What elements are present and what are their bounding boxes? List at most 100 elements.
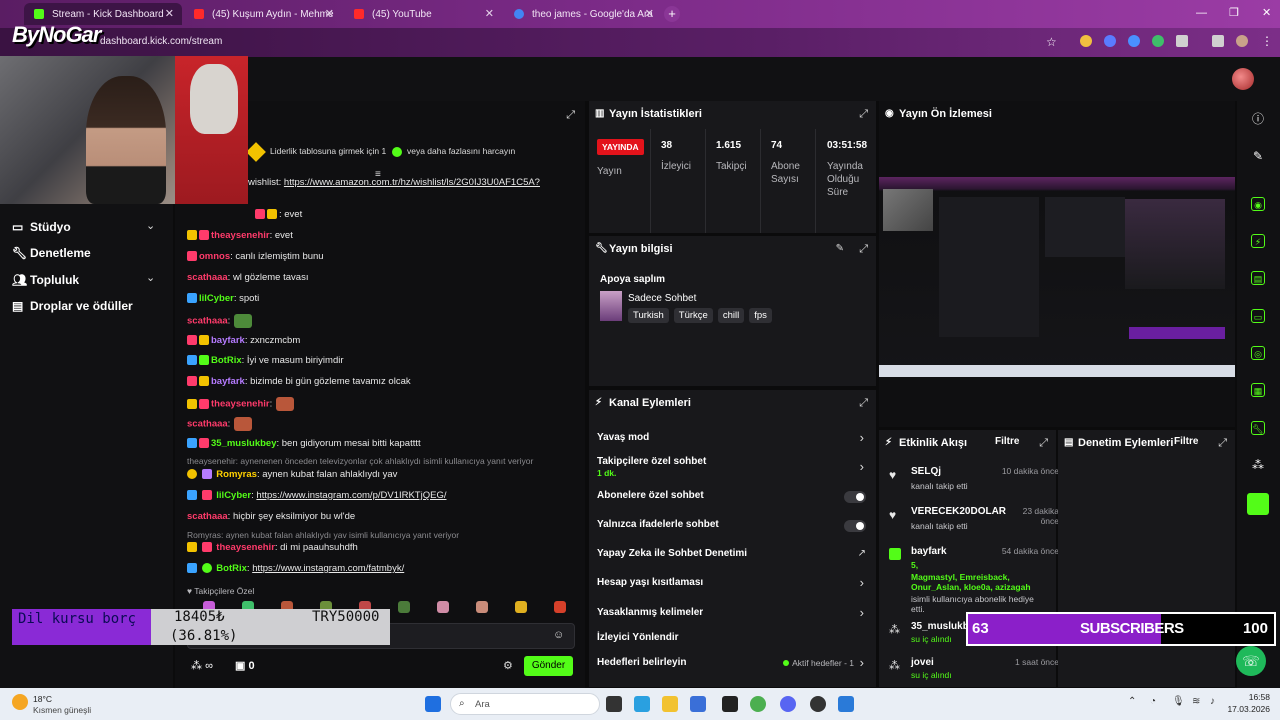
chat-username[interactable]: scathaaa [187,316,228,327]
filter-button[interactable]: Filtre [1174,436,1198,447]
chat-username[interactable]: bayfark [211,335,245,346]
gift-indicator[interactable]: ▣ 0 [235,659,255,672]
tag[interactable]: chill [717,308,745,323]
taskbar-search[interactable]: ⌕ Ara [450,693,600,715]
filter-button[interactable]: Filtre [995,436,1019,447]
user-avatar[interactable] [1232,68,1254,90]
emote-chat-toggle[interactable] [844,520,866,532]
chat-username[interactable]: theaysenehir [211,399,270,410]
media-icon[interactable] [1212,35,1224,47]
mic-icon[interactable]: 🎙︎ [1172,696,1185,707]
emote[interactable] [514,601,527,613]
close-icon[interactable]: ✕ [165,7,174,20]
chat-username[interactable]: 35_muslukbey [211,438,276,449]
popout-icon[interactable]: ⤢ [1218,437,1227,450]
new-tab-button[interactable]: + [664,6,680,22]
emote[interactable] [475,601,488,613]
chat-username[interactable]: bayfark [211,376,245,387]
category-name[interactable]: Sadece Sohbet [628,293,696,304]
app-icon[interactable] [838,696,854,712]
emote[interactable] [397,601,410,613]
chat-username[interactable]: lilCyber [199,293,234,304]
chrome-menu-icon[interactable]: ⋮ [1261,34,1273,48]
tag[interactable]: Türkçe [673,308,713,323]
broadcast-toggle-icon[interactable]: ◎ [1251,346,1265,360]
followers-chat-action[interactable]: Takipçilere özel sohbet [597,456,706,467]
windows-start-icon[interactable] [425,696,441,712]
wifi-icon[interactable]: ≋ [1192,696,1200,707]
chat-username[interactable]: Romyras [216,469,257,480]
info-icon[interactable]: ⓘ [1251,112,1265,126]
banned-words-action[interactable]: Yasaklanmış kelimeler [597,607,703,618]
tray-chevron-icon[interactable]: ⌃ [1128,696,1136,707]
close-icon[interactable]: ✕ [645,7,654,20]
chat-username[interactable]: theaysenehir [211,230,270,241]
sidebar-item-drops[interactable]: ▤ Droplar ve ödüller [12,299,133,313]
tag[interactable]: Turkish [628,308,669,323]
sidebar-item-moderation[interactable]: 🔧︎ Denetleme [12,246,91,260]
settings-gear-icon[interactable]: ⚙ [503,659,513,672]
extension-icon[interactable] [1080,35,1092,47]
pencil-icon[interactable]: ✎ [1251,149,1265,163]
emote[interactable] [436,601,449,613]
url-field[interactable]: dashboard.kick.com/stream [100,36,222,47]
network-icon[interactable]: ◔ [1150,696,1156,707]
preview-toggle-icon[interactable]: ◉ [1251,197,1265,211]
minimize-icon[interactable]: — [1196,7,1207,19]
extension-icon[interactable] [1152,35,1164,47]
chat-username[interactable]: BotRix [211,355,242,366]
chat-link[interactable]: https://www.instagram.com/fatmbyk/ [252,563,404,574]
chevron-right-icon[interactable]: › [860,655,864,670]
profile-avatar[interactable] [1236,35,1248,47]
file-explorer-icon[interactable] [662,696,678,712]
points-indicator[interactable]: ⁂ ∞ [191,659,213,672]
chevron-right-icon[interactable]: › [860,430,864,445]
chat-username[interactable]: BotRix [216,563,247,574]
subs-chat-toggle[interactable] [844,491,866,503]
obs-icon[interactable] [810,696,826,712]
category-thumbnail[interactable] [600,291,622,321]
support-chat-icon[interactable]: ☏ [1236,646,1266,676]
sidebar-item-community[interactable]: 👥︎ Topluluk [12,273,79,287]
tag[interactable]: fps [749,308,772,323]
close-icon[interactable]: ✕ [485,7,494,20]
extension-icon[interactable] [1104,35,1116,47]
chat-username[interactable]: scathaaa [187,272,228,283]
chat-username[interactable]: theaysenehir [216,542,275,553]
chevron-right-icon[interactable]: › [860,605,864,620]
chevron-right-icon[interactable]: › [860,459,864,474]
chevron-right-icon[interactable]: › [860,575,864,590]
tab-google[interactable]: theo james - Google'da Ara ✕ [504,3,662,25]
wrench-toggle-icon[interactable]: 🔧︎ [1251,421,1265,435]
chat-username[interactable]: lilCyber [216,490,251,501]
extension-icon[interactable] [1128,35,1140,47]
emote[interactable] [553,601,566,613]
reward-icon[interactable]: ⁂ [1251,458,1265,472]
add-panel-icon[interactable] [1247,493,1269,515]
discord-icon[interactable] [780,696,796,712]
task-view-icon[interactable] [606,696,622,712]
emoji-icon[interactable]: ☺ [553,629,564,641]
chrome-icon[interactable] [750,696,766,712]
bookmark-star-icon[interactable]: ☆ [1046,35,1057,49]
store-icon[interactable] [690,696,706,712]
popout-icon[interactable]: ⤢ [566,109,575,122]
window-close-icon[interactable]: ✕ [1262,6,1271,19]
slow-mode-action[interactable]: Yavaş mod [597,432,649,443]
volume-icon[interactable]: ♪ [1210,696,1215,707]
stream-preview-video[interactable] [879,177,1235,377]
popout-icon[interactable]: ⤢ [859,108,868,121]
external-link-icon[interactable]: ↗ [858,548,866,559]
copilot-icon[interactable] [634,696,650,712]
edit-pencil-icon[interactable]: ✎ [836,243,844,254]
chat-username[interactable]: scathaaa [187,511,228,522]
document-toggle-icon[interactable]: ▤ [1251,271,1265,285]
close-icon[interactable]: ✕ [325,7,334,20]
age-restriction-action[interactable]: Hesap yaşı kısıtlaması [597,577,703,588]
restore-icon[interactable]: ❐ [1229,6,1239,19]
chat-link[interactable]: https://www.instagram.com/p/DV1IRKTjQEG/ [256,490,446,501]
layout-toggle-icon[interactable]: ▦ [1251,383,1265,397]
send-button[interactable]: Gönder [524,656,573,676]
tab-youtube-video[interactable]: (45) Kuşum Aydın - Mehme ✕ [184,3,342,25]
sidebar-item-studio[interactable]: ▭ Stüdyo [12,220,71,234]
